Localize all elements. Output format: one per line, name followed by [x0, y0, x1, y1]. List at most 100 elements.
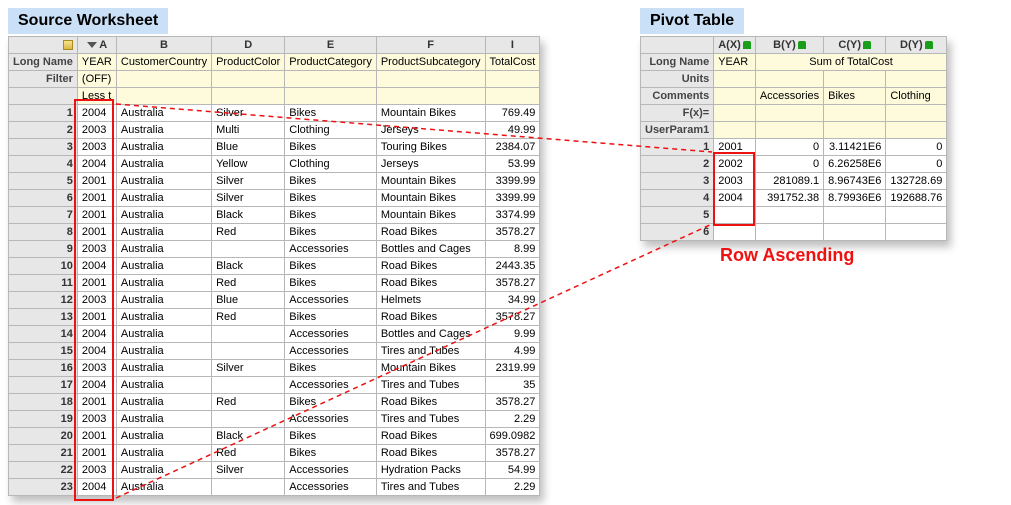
cell[interactable]: 3578.27 — [485, 394, 540, 411]
cell[interactable]: Australia — [116, 411, 211, 428]
cell[interactable] — [755, 207, 823, 224]
cell[interactable]: 2003 — [77, 360, 116, 377]
cell[interactable]: Mountain Bikes — [376, 173, 485, 190]
cell[interactable]: 3578.27 — [485, 445, 540, 462]
cell[interactable]: Blue — [212, 292, 285, 309]
cell[interactable]: Australia — [116, 377, 211, 394]
cell[interactable]: 0 — [886, 156, 947, 173]
row-number[interactable]: 21 — [9, 445, 78, 462]
row-number[interactable]: 13 — [9, 309, 78, 326]
cell[interactable]: 35 — [485, 377, 540, 394]
cell[interactable]: 3578.27 — [485, 309, 540, 326]
cell[interactable]: 6.26258E6 — [824, 156, 886, 173]
cell[interactable]: 2004 — [77, 105, 116, 122]
cell[interactable] — [886, 224, 947, 241]
cell[interactable]: Australia — [116, 292, 211, 309]
cell[interactable]: Australia — [116, 173, 211, 190]
row-number[interactable]: 1 — [641, 139, 714, 156]
cell[interactable]: Mountain Bikes — [376, 105, 485, 122]
cell[interactable]: Black — [212, 258, 285, 275]
cell[interactable]: 2004 — [77, 377, 116, 394]
cell[interactable]: 192688.76 — [886, 190, 947, 207]
cell[interactable] — [824, 207, 886, 224]
cell[interactable]: 2001 — [77, 173, 116, 190]
cell[interactable]: Australia — [116, 479, 211, 496]
cell[interactable]: Tires and Tubes — [376, 343, 485, 360]
cell[interactable]: Accessories — [285, 241, 377, 258]
row-number[interactable]: 12 — [9, 292, 78, 309]
cell[interactable]: 2001 — [77, 224, 116, 241]
cell[interactable]: Australia — [116, 122, 211, 139]
cell[interactable] — [755, 224, 823, 241]
cell[interactable]: 2443.35 — [485, 258, 540, 275]
cell[interactable]: 53.99 — [485, 156, 540, 173]
cell[interactable]: Touring Bikes — [376, 139, 485, 156]
cell[interactable]: Australia — [116, 343, 211, 360]
cell[interactable]: 2004 — [77, 326, 116, 343]
cell[interactable] — [212, 377, 285, 394]
cell[interactable]: 2003 — [714, 173, 756, 190]
row-number[interactable]: 7 — [9, 207, 78, 224]
cell[interactable]: Bottles and Cages — [376, 241, 485, 258]
cell[interactable]: Bikes — [285, 428, 377, 445]
cell[interactable]: Bikes — [285, 309, 377, 326]
row-number[interactable]: 22 — [9, 462, 78, 479]
pvt-col-D[interactable]: D(Y) — [886, 37, 947, 54]
row-number[interactable]: 23 — [9, 479, 78, 496]
cell[interactable]: Bikes — [285, 275, 377, 292]
cell[interactable]: Australia — [116, 394, 211, 411]
cell[interactable] — [212, 326, 285, 343]
cell[interactable]: Road Bikes — [376, 428, 485, 445]
cell[interactable]: Accessories — [285, 292, 377, 309]
cell[interactable]: Australia — [116, 139, 211, 156]
cell[interactable]: Australia — [116, 445, 211, 462]
cell[interactable]: Road Bikes — [376, 309, 485, 326]
pvt-sub-bikes[interactable]: Bikes — [824, 88, 886, 105]
row-number[interactable]: 18 — [9, 394, 78, 411]
cell[interactable]: 2001 — [77, 309, 116, 326]
row-number[interactable]: 8 — [9, 224, 78, 241]
cell[interactable]: Silver — [212, 462, 285, 479]
cell[interactable]: 2001 — [77, 275, 116, 292]
cell[interactable]: Bikes — [285, 445, 377, 462]
cell[interactable]: 3578.27 — [485, 224, 540, 241]
pvt-col-A[interactable]: A(X) — [714, 37, 756, 54]
cell[interactable]: Yellow — [212, 156, 285, 173]
cell[interactable]: 8.79936E6 — [824, 190, 886, 207]
row-number[interactable]: 14 — [9, 326, 78, 343]
cell[interactable]: Tires and Tubes — [376, 479, 485, 496]
row-number[interactable]: 4 — [9, 156, 78, 173]
row-number[interactable]: 19 — [9, 411, 78, 428]
cell[interactable]: Accessories — [285, 479, 377, 496]
cell[interactable]: Australia — [116, 326, 211, 343]
cell[interactable]: Australia — [116, 156, 211, 173]
cell[interactable]: 2001 — [77, 394, 116, 411]
cell[interactable]: Mountain Bikes — [376, 190, 485, 207]
row-number[interactable]: 5 — [9, 173, 78, 190]
row-number[interactable]: 5 — [641, 207, 714, 224]
cell[interactable] — [886, 207, 947, 224]
cell[interactable]: Bikes — [285, 139, 377, 156]
cell[interactable]: 769.49 — [485, 105, 540, 122]
row-number[interactable]: 3 — [9, 139, 78, 156]
cell[interactable]: Australia — [116, 258, 211, 275]
row-number[interactable]: 20 — [9, 428, 78, 445]
hdr-year[interactable]: YEAR — [77, 54, 116, 71]
cell[interactable]: 9.99 — [485, 326, 540, 343]
cell[interactable]: Black — [212, 428, 285, 445]
cell[interactable]: Australia — [116, 224, 211, 241]
cell[interactable]: 2004 — [714, 190, 756, 207]
cell[interactable]: Blue — [212, 139, 285, 156]
cell[interactable]: 3374.99 — [485, 207, 540, 224]
cell[interactable]: 2384.07 — [485, 139, 540, 156]
cell[interactable]: Black — [212, 207, 285, 224]
cell[interactable]: 2003 — [77, 411, 116, 428]
cell[interactable]: Bikes — [285, 190, 377, 207]
row-number[interactable]: 1 — [9, 105, 78, 122]
cell[interactable]: 3399.99 — [485, 173, 540, 190]
cell[interactable]: 2004 — [77, 343, 116, 360]
pvt-sub-accessories[interactable]: Accessories — [755, 88, 823, 105]
row-number[interactable]: 4 — [641, 190, 714, 207]
cell[interactable]: 391752.38 — [755, 190, 823, 207]
cell[interactable]: 2003 — [77, 241, 116, 258]
